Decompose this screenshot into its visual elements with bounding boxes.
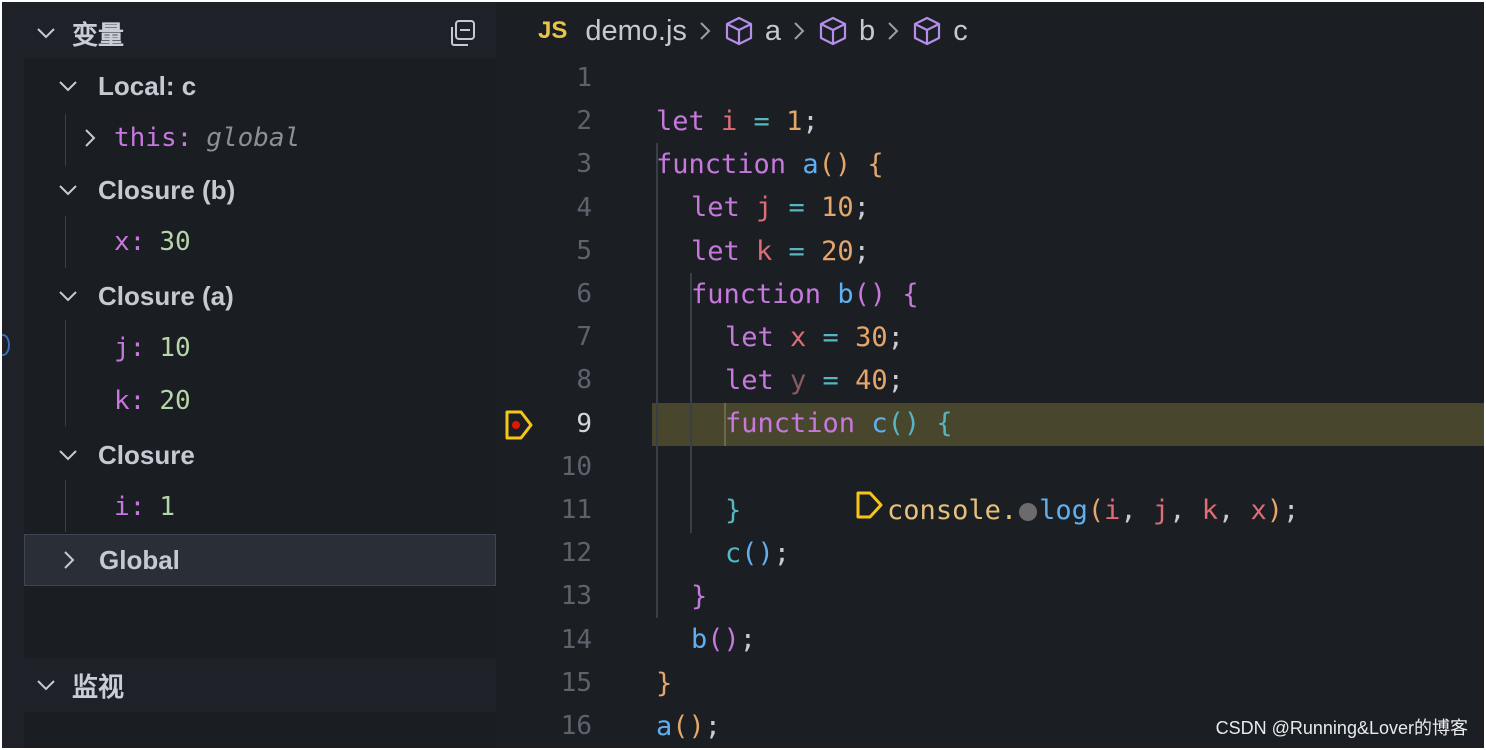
code-line[interactable]: a();	[496, 662, 1484, 742]
code-line[interactable]: let x = 30;	[496, 273, 1484, 353]
variable-name: this	[114, 123, 177, 153]
variable-name: x	[114, 227, 130, 257]
chevron-right-icon	[80, 128, 100, 148]
collapse-all-icon[interactable]	[448, 18, 478, 55]
debug-sidebar: 变量 Local: c this: global Closure (b) x …	[2, 2, 496, 748]
scope-closure-a[interactable]: Closure (a)	[24, 270, 496, 322]
cube-icon	[817, 15, 849, 47]
chevron-down-icon	[58, 180, 78, 200]
code-line[interactable]: let y = 40;	[496, 316, 1484, 396]
chevron-right-icon	[791, 19, 807, 43]
variable-separator: :	[176, 123, 193, 153]
variables-title: 变量	[72, 20, 125, 51]
scope-local[interactable]: Local: c	[24, 60, 496, 112]
variable-name: j	[114, 333, 130, 363]
variable-name: i	[114, 492, 130, 522]
variable-separator: :	[129, 333, 146, 363]
code-line[interactable]: b();	[496, 575, 1484, 655]
variable-row-x[interactable]: x:30	[24, 216, 496, 268]
code-line[interactable]: let i = 1;	[496, 57, 1484, 137]
watch-section-header[interactable]: 监视	[2, 658, 496, 712]
scope-label: Closure (a)	[98, 280, 234, 311]
pane-drag-indicator	[2, 334, 10, 356]
variable-row-i[interactable]: i:1	[24, 481, 496, 533]
bracket-token: ()	[672, 711, 705, 742]
variable-value: 30	[159, 227, 191, 257]
scope-label: Local: c	[98, 70, 197, 101]
breadcrumb-symbol-c[interactable]: c	[953, 15, 968, 48]
scope-label: Closure	[98, 439, 195, 470]
breadcrumb-symbol-b[interactable]: b	[859, 15, 875, 48]
code-line[interactable]: function b() {	[496, 230, 1484, 310]
breadcrumb: JS demo.js a b c	[496, 2, 1484, 60]
variable-value: 1	[159, 492, 175, 522]
function-call-token: a	[656, 711, 673, 742]
variable-row-this[interactable]: this: global	[24, 112, 496, 164]
chevron-right-icon	[697, 19, 713, 43]
code-line[interactable]: function c() {	[496, 359, 1484, 439]
breadcrumb-file[interactable]: demo.js	[585, 15, 687, 48]
code-line[interactable]: function a() {	[496, 100, 1484, 180]
variable-value: global	[206, 123, 301, 153]
variable-value: 10	[159, 333, 191, 363]
scope-label: Global	[99, 544, 180, 575]
cube-icon	[911, 15, 943, 47]
watermark: CSDN @Running&Lover的博客	[1215, 718, 1468, 738]
variable-separator: :	[129, 492, 146, 522]
debugger-window: 变量 Local: c this: global Closure (b) x …	[2, 2, 1484, 748]
code-line[interactable]: }	[496, 532, 1484, 612]
chevron-down-icon	[36, 675, 56, 695]
chevron-down-icon	[58, 445, 78, 465]
chevron-down-icon	[58, 286, 78, 306]
scope-closure[interactable]: Closure	[24, 429, 496, 481]
code-line[interactable]: c();	[496, 489, 1484, 569]
punctuation-token: ;	[704, 711, 722, 742]
watch-body	[24, 712, 496, 748]
code-line[interactable]: let j = 10;	[496, 143, 1484, 223]
code-line[interactable]: }	[496, 619, 1484, 699]
watch-title: 监视	[72, 672, 125, 703]
variables-section-header[interactable]: 变量	[2, 6, 496, 60]
variables-tree: Local: c this: global Closure (b) x:30 C…	[24, 58, 496, 658]
code-line[interactable]: let k = 20;	[496, 187, 1484, 267]
javascript-file-icon: JS	[538, 17, 568, 44]
scope-global[interactable]: Global	[24, 534, 496, 586]
variable-name: k	[114, 386, 130, 416]
variable-row-k[interactable]: k:20	[24, 375, 496, 427]
cube-icon	[723, 15, 755, 47]
chevron-down-icon	[58, 76, 78, 96]
variable-separator: :	[129, 227, 146, 257]
code-line-current[interactable]: console. log(i, j, k, x);	[496, 403, 1484, 526]
breadcrumb-symbol-a[interactable]: a	[765, 15, 781, 48]
scope-closure-b[interactable]: Closure (b)	[24, 164, 496, 216]
variable-row-j[interactable]: j:10	[24, 322, 496, 374]
chevron-down-icon	[36, 23, 56, 43]
variable-value: 20	[159, 386, 191, 416]
code-line[interactable]: }	[496, 446, 1484, 526]
chevron-right-icon	[885, 19, 901, 43]
scope-label: Closure (b)	[98, 174, 236, 205]
code-editor: JS demo.js a b c 1 2 3 4 5 6 7 8 9 10 11…	[496, 2, 1484, 748]
chevron-right-icon	[59, 550, 79, 570]
variable-separator: :	[129, 386, 146, 416]
